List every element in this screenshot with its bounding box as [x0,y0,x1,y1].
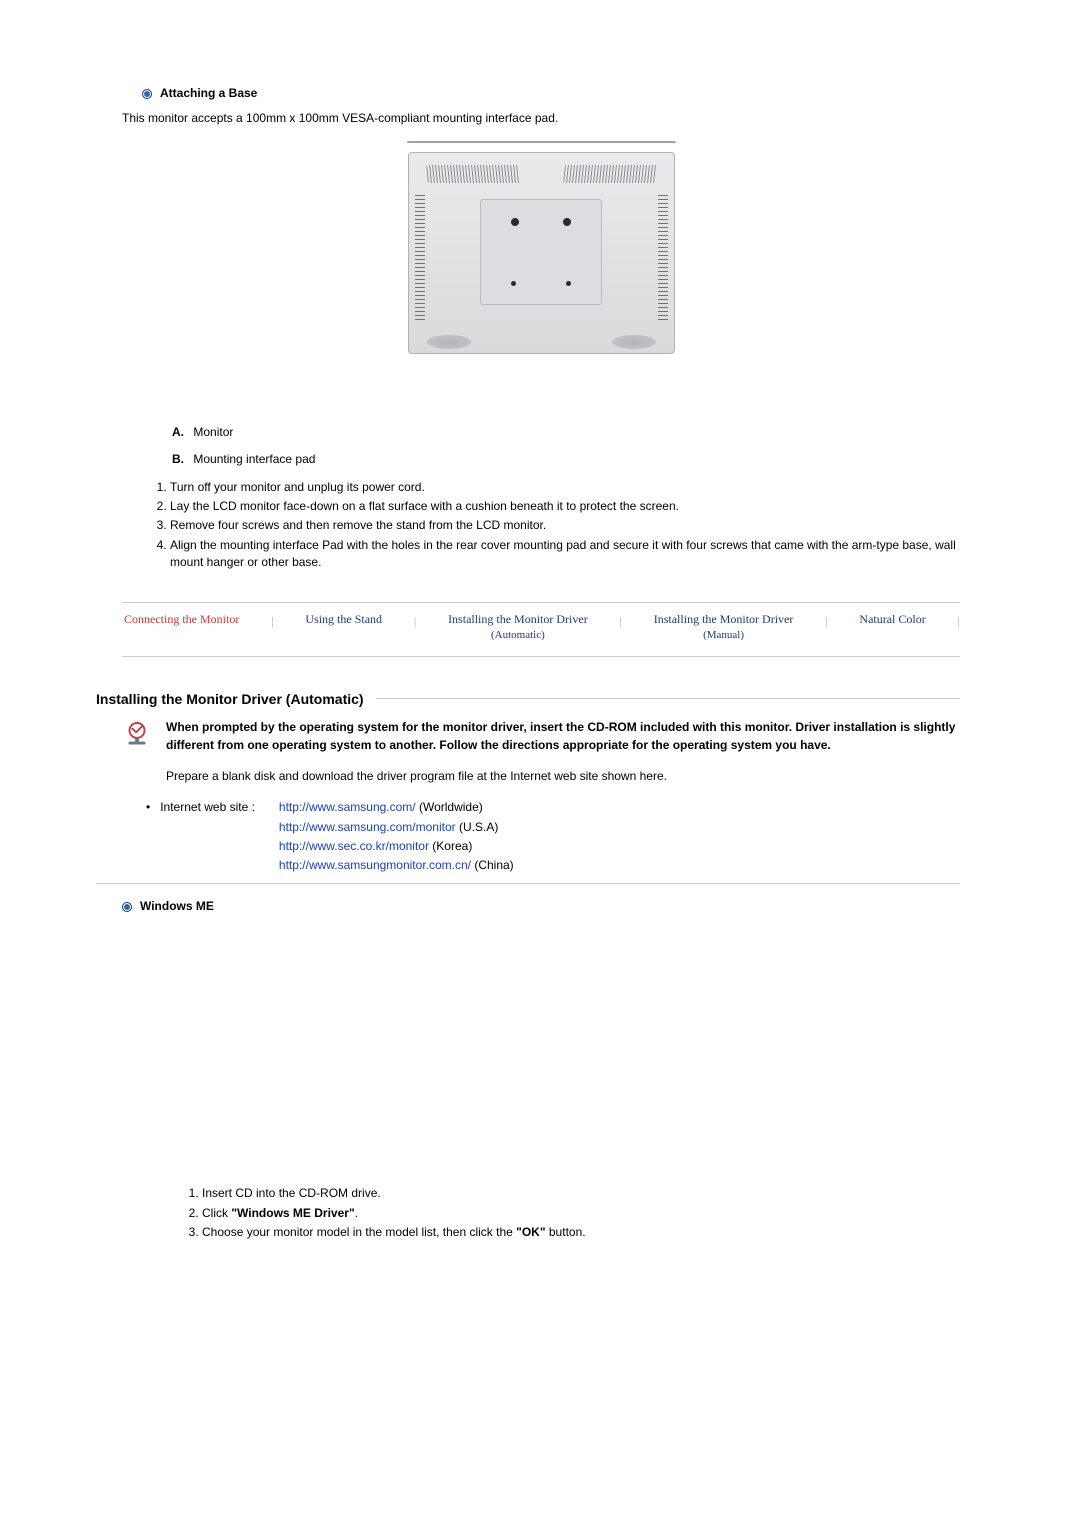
step-text-pre: Choose your monitor model in the model l… [202,1225,516,1239]
links-list: http://www.samsung.com/ (Worldwide) http… [279,799,514,877]
heading-text: Attaching a Base [160,85,257,102]
link-sec-korea[interactable]: http://www.sec.co.kr/monitor [279,839,429,853]
tab-separator: | [271,611,273,630]
list-item: Align the mounting interface Pad with th… [170,537,960,572]
link-suffix: (U.S.A) [456,820,499,834]
intro-text: This monitor accepts a 100mm x 100mm VES… [122,110,960,127]
note-block: When prompted by the operating system fo… [122,719,960,785]
label-b-key: B. [172,452,184,466]
list-item: Choose your monitor model in the model l… [202,1224,960,1241]
section-title-text: Installing the Monitor Driver (Automatic… [96,689,364,709]
bullet-icon [142,89,152,99]
divider [96,883,960,884]
tab-sublabel: (Automatic) [448,628,588,644]
section-title-install-auto: Installing the Monitor Driver (Automatic… [96,689,960,709]
note-text: When prompted by the operating system fo… [166,719,960,785]
document-page: Attaching a Base This monitor accepts a … [0,0,1080,1528]
link-suffix: (Worldwide) [416,800,483,814]
section-nav: Connecting the Monitor | Using the Stand… [122,603,960,657]
step-text-post: . [355,1206,358,1220]
heading-attaching-base: Attaching a Base [142,85,960,102]
tab-label: Installing the Monitor Driver [448,612,588,626]
tab-natural-color[interactable]: Natural Color [857,611,927,644]
step-text: Insert CD into the CD-ROM drive. [202,1186,381,1200]
tab-install-driver-auto[interactable]: Installing the Monitor Driver (Automatic… [446,611,590,644]
step-text-post: button. [546,1225,586,1239]
list-item: Click "Windows ME Driver". [202,1205,960,1222]
note-icon [122,719,152,785]
monitor-figure [122,152,960,354]
list-item: http://www.sec.co.kr/monitor (Korea) [279,838,514,855]
tab-separator: | [958,611,960,630]
tab-separator: | [414,611,416,630]
list-item: http://www.samsung.com/monitor (U.S.A) [279,819,514,836]
list-item: http://www.samsung.com/ (Worldwide) [279,799,514,816]
link-suffix: (Korea) [429,839,472,853]
monitor-back-illustration [408,152,675,354]
prepare-text: Prepare a blank disk and download the dr… [166,768,960,785]
tab-install-driver-manual[interactable]: Installing the Monitor Driver (Manual) [652,611,796,644]
list-item: http://www.samsungmonitor.com.cn/ (China… [279,857,514,874]
label-a: A. Monitor [172,424,960,441]
attach-base-steps: Turn off your monitor and unplug its pow… [146,479,960,572]
link-samsungmonitor-china[interactable]: http://www.samsungmonitor.com.cn/ [279,858,471,872]
tab-separator: | [825,611,827,630]
step-text-bold: "OK" [516,1225,545,1239]
list-item: Remove four screws and then remove the s… [170,517,960,534]
links-row: Internet web site : http://www.samsung.c… [146,799,960,877]
link-samsung-usa[interactable]: http://www.samsung.com/monitor [279,820,456,834]
label-b-value: Mounting interface pad [193,452,315,466]
step-text-pre: Click [202,1206,231,1220]
labels-list: A. Monitor B. Mounting interface pad [172,424,960,469]
tab-sublabel: (Manual) [654,628,794,644]
list-item: Lay the LCD monitor face-down on a flat … [170,498,960,515]
heading-windows-me: Windows ME [122,898,960,915]
heading-text: Windows ME [140,898,214,915]
step-text-bold: "Windows ME Driver" [231,1206,354,1220]
bullet-icon [122,902,132,912]
tab-separator: | [620,611,622,630]
link-suffix: (China) [471,858,514,872]
note-bold-text: When prompted by the operating system fo… [166,719,960,754]
tab-using-stand[interactable]: Using the Stand [303,611,384,644]
label-a-value: Monitor [193,425,233,439]
links-label: Internet web site : [146,799,255,877]
tab-connecting-monitor[interactable]: Connecting the Monitor [122,611,241,644]
list-item: Turn off your monitor and unplug its pow… [170,479,960,496]
windows-me-steps: Insert CD into the CD-ROM drive. Click "… [178,1185,960,1241]
tab-label: Installing the Monitor Driver [654,612,794,626]
list-item: Insert CD into the CD-ROM drive. [202,1185,960,1202]
label-b: B. Mounting interface pad [172,451,960,468]
label-a-key: A. [172,425,184,439]
link-samsung-worldwide[interactable]: http://www.samsung.com/ [279,800,416,814]
